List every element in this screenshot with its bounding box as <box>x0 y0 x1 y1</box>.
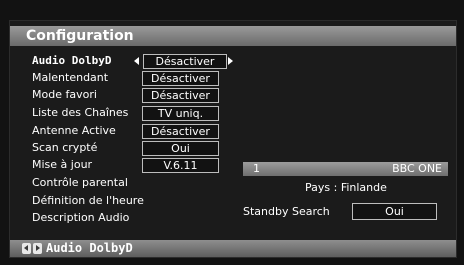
mise-a-jour-value[interactable]: V.6.11 <box>142 158 219 173</box>
standby-search-value[interactable]: Oui <box>352 203 437 220</box>
standby-search-label: Standby Search <box>243 205 330 218</box>
menu-item-malentendant[interactable]: Malentendant <box>32 71 108 85</box>
country-label: Pays : Finlande <box>305 181 387 194</box>
antenne-active-value[interactable]: Désactiver <box>142 124 219 139</box>
footer-help-bar: Audio DolbyD <box>10 240 456 257</box>
mode-favori-value[interactable]: Désactiver <box>142 88 219 103</box>
menu-title: Configuration <box>26 28 134 44</box>
liste-chaines-value[interactable]: TV uniq. <box>142 106 219 121</box>
title-bar: Configuration <box>10 26 456 46</box>
menu-item-liste-chaines[interactable]: Liste des Chaînes <box>32 106 128 120</box>
menu-item-description-audio[interactable]: Description Audio <box>32 211 129 225</box>
menu-item-mise-a-jour[interactable]: Mise à jour <box>32 158 92 172</box>
malentendant-value[interactable]: Désactiver <box>142 71 219 86</box>
footer-help-text: Audio DolbyD <box>46 241 133 255</box>
menu-item-definition-heure[interactable]: Définition de l'heure <box>32 194 144 208</box>
arrow-right-icon[interactable] <box>228 57 233 65</box>
arrow-left-icon[interactable] <box>134 57 139 65</box>
menu-item-controle-parental[interactable]: Contrôle parental <box>32 176 128 190</box>
channel-number: 1 <box>253 162 260 175</box>
channel-info-bar: 1 BBC ONE <box>243 162 448 176</box>
configuration-menu: Configuration Audio DolbyD Désactiver Ma… <box>9 20 457 258</box>
channel-name: BBC ONE <box>392 162 442 175</box>
audio-dolbyd-value[interactable]: Désactiver <box>143 54 227 69</box>
left-key-icon <box>22 243 31 254</box>
menu-item-antenne-active[interactable]: Antenne Active <box>32 124 116 138</box>
menu-item-audio-dolbyd[interactable]: Audio DolbyD <box>32 54 111 68</box>
menu-item-scan-crypte[interactable]: Scan crypté <box>32 141 97 155</box>
right-key-icon <box>33 243 42 254</box>
scan-crypte-value[interactable]: Oui <box>142 141 219 156</box>
menu-item-mode-favori[interactable]: Mode favori <box>32 88 97 102</box>
